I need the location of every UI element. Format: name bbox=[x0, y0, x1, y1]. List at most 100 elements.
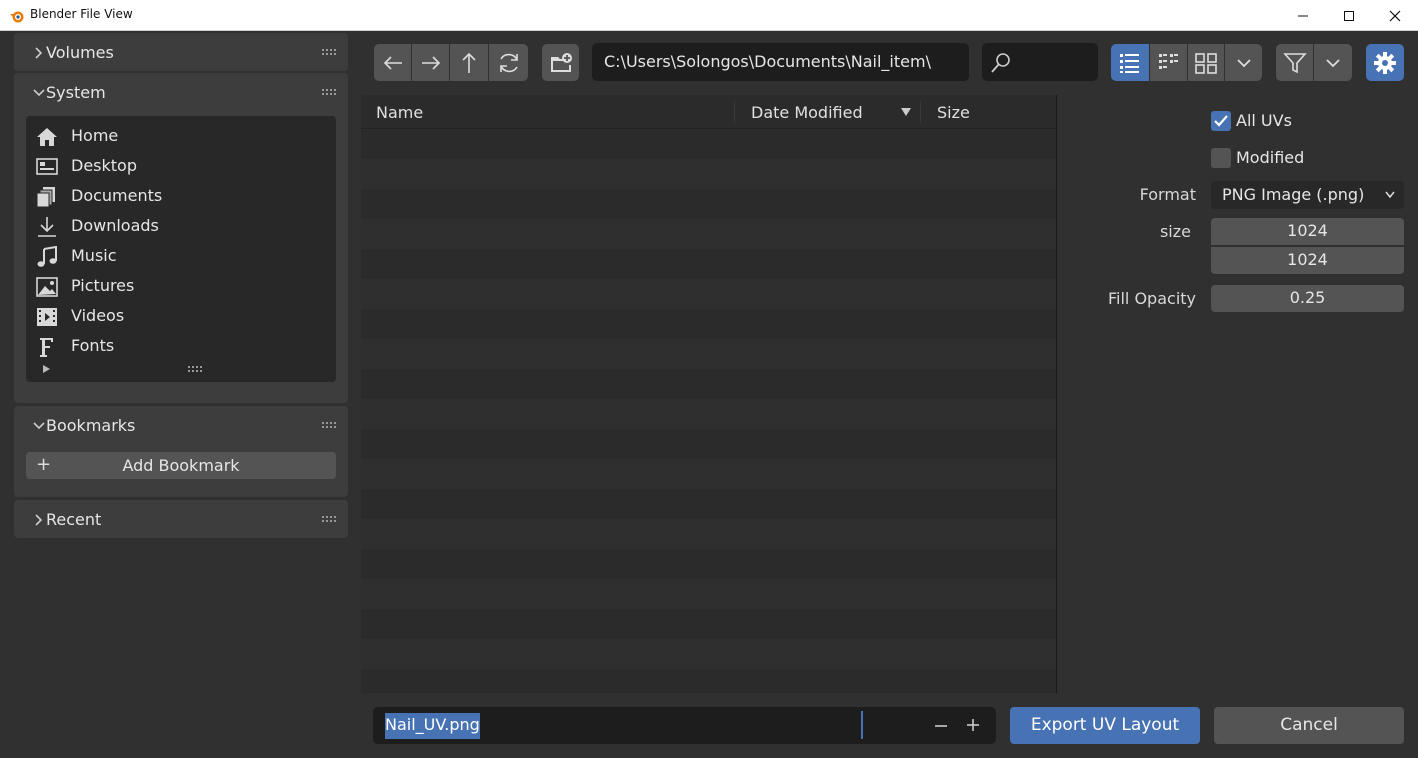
sidebar-item-pictures[interactable]: Pictures bbox=[26, 272, 336, 302]
empty-row bbox=[361, 159, 1056, 189]
sidebar: Volumes System Home Desktop Documents Do… bbox=[0, 31, 360, 758]
back-button[interactable] bbox=[374, 44, 411, 81]
increment-icon[interactable] bbox=[965, 717, 981, 733]
drag-grip-icon[interactable] bbox=[322, 49, 338, 55]
filter-toggle-button[interactable] bbox=[1276, 44, 1313, 81]
parent-directory-button[interactable] bbox=[450, 44, 488, 81]
sidebar-item-label: Pictures bbox=[71, 276, 135, 295]
thumbnail-view-button[interactable] bbox=[1188, 44, 1224, 81]
size-x-field[interactable]: 1024 bbox=[1211, 218, 1404, 245]
empty-row bbox=[361, 129, 1056, 159]
horizontal-list-view-button[interactable] bbox=[1150, 44, 1187, 81]
recent-label: Recent bbox=[46, 510, 102, 529]
sidebar-item-documents[interactable]: Documents bbox=[26, 182, 336, 212]
new-folder-button[interactable] bbox=[542, 44, 579, 81]
column-name[interactable]: Name bbox=[376, 103, 423, 122]
bookmarks-header[interactable]: Bookmarks bbox=[14, 406, 348, 446]
column-divider[interactable] bbox=[734, 101, 735, 123]
empty-row bbox=[361, 519, 1056, 549]
documents-icon bbox=[36, 187, 55, 208]
format-select[interactable]: PNG Image (.png) bbox=[1211, 181, 1404, 209]
sidebar-item-label: Documents bbox=[71, 186, 163, 205]
drag-grip-icon[interactable] bbox=[322, 89, 338, 95]
column-date-modified[interactable]: Date Modified bbox=[751, 103, 863, 122]
all-uvs-checkbox[interactable] bbox=[1211, 111, 1231, 131]
pictures-icon bbox=[36, 277, 58, 297]
chevron-down-icon bbox=[1236, 58, 1251, 67]
empty-row bbox=[361, 399, 1056, 429]
drag-grip-icon[interactable] bbox=[322, 516, 338, 522]
add-bookmark-label: Add Bookmark bbox=[122, 456, 240, 475]
volumes-label: Volumes bbox=[46, 43, 114, 62]
horizontal-list-icon bbox=[1158, 53, 1178, 69]
forward-button[interactable] bbox=[412, 44, 449, 81]
sidebar-item-fonts[interactable]: Fonts bbox=[26, 332, 336, 362]
empty-row bbox=[361, 459, 1056, 489]
maximize-button[interactable] bbox=[1326, 0, 1372, 31]
sidebar-item-label: Desktop bbox=[71, 156, 137, 175]
display-options-dropdown[interactable] bbox=[1225, 44, 1262, 81]
minimize-icon bbox=[1298, 15, 1308, 16]
window-title: Blender File View bbox=[30, 7, 133, 21]
sidebar-item-videos[interactable]: Videos bbox=[26, 302, 336, 332]
sidebar-item-music[interactable]: Music bbox=[26, 242, 336, 272]
column-size[interactable]: Size bbox=[937, 103, 970, 122]
drag-grip-icon[interactable] bbox=[322, 422, 338, 428]
format-label: Format bbox=[1139, 185, 1196, 204]
vertical-list-view-button[interactable] bbox=[1111, 44, 1149, 81]
directory-path-field[interactable]: C:\Users\Solongos\Documents\Nail_item\ bbox=[592, 43, 969, 81]
modified-checkbox[interactable] bbox=[1211, 148, 1231, 168]
filter-options-dropdown[interactable] bbox=[1314, 44, 1352, 81]
system-header[interactable]: System bbox=[14, 73, 348, 113]
search-input[interactable] bbox=[982, 43, 1098, 81]
all-uvs-label: All UVs bbox=[1236, 111, 1292, 130]
recent-header[interactable]: Recent bbox=[14, 500, 348, 540]
close-button[interactable] bbox=[1372, 0, 1418, 31]
window-titlebar: Blender File View bbox=[0, 0, 1418, 31]
minimize-button[interactable] bbox=[1280, 0, 1326, 31]
system-list: Home Desktop Documents Downloads Music P… bbox=[26, 116, 336, 382]
downloads-icon bbox=[38, 217, 56, 237]
file-list[interactable]: Name Date Modified Size bbox=[361, 95, 1056, 693]
sidebar-item-home[interactable]: Home bbox=[26, 122, 336, 152]
sidebar-item-desktop[interactable]: Desktop bbox=[26, 152, 336, 182]
empty-row bbox=[361, 639, 1056, 669]
checkmark-icon bbox=[1214, 115, 1228, 127]
empty-row bbox=[361, 219, 1056, 249]
empty-row bbox=[361, 579, 1056, 609]
system-label: System bbox=[46, 83, 106, 102]
empty-row bbox=[361, 429, 1056, 459]
size-y-field[interactable]: 1024 bbox=[1211, 247, 1404, 274]
empty-row bbox=[361, 609, 1056, 639]
search-icon bbox=[991, 53, 1010, 73]
export-uv-layout-button[interactable]: Export UV Layout bbox=[1010, 707, 1200, 744]
resize-grip-icon[interactable] bbox=[188, 366, 204, 372]
options-toggle-button[interactable] bbox=[1366, 44, 1404, 81]
refresh-button[interactable] bbox=[489, 44, 528, 81]
text-cursor bbox=[861, 711, 863, 739]
empty-row bbox=[361, 339, 1056, 369]
new-folder-icon bbox=[550, 52, 572, 72]
home-icon bbox=[37, 128, 57, 146]
format-value: PNG Image (.png) bbox=[1222, 185, 1365, 204]
refresh-icon bbox=[499, 53, 518, 72]
column-divider[interactable] bbox=[920, 101, 921, 123]
empty-row bbox=[361, 489, 1056, 519]
sidebar-item-downloads[interactable]: Downloads bbox=[26, 212, 336, 242]
expand-arrow-icon[interactable] bbox=[42, 364, 52, 374]
directory-path-text: C:\Users\Solongos\Documents\Nail_item\ bbox=[604, 52, 931, 71]
filename-input[interactable]: Nail_UV.png bbox=[373, 707, 996, 744]
sidebar-item-label: Home bbox=[71, 126, 119, 145]
volumes-header[interactable]: Volumes bbox=[14, 33, 348, 73]
fill-opacity-slider[interactable]: 0.25 bbox=[1211, 285, 1404, 312]
list-view-icon bbox=[1120, 53, 1139, 73]
cancel-button[interactable]: Cancel bbox=[1214, 707, 1404, 744]
music-icon bbox=[37, 246, 57, 267]
empty-row bbox=[361, 189, 1056, 219]
empty-row bbox=[361, 249, 1056, 279]
recent-panel: Recent bbox=[14, 500, 348, 538]
add-bookmark-button[interactable]: + Add Bookmark bbox=[26, 452, 336, 479]
decrement-icon[interactable] bbox=[933, 719, 949, 733]
filter-icon bbox=[1282, 52, 1307, 73]
arrow-up-icon bbox=[462, 52, 476, 73]
